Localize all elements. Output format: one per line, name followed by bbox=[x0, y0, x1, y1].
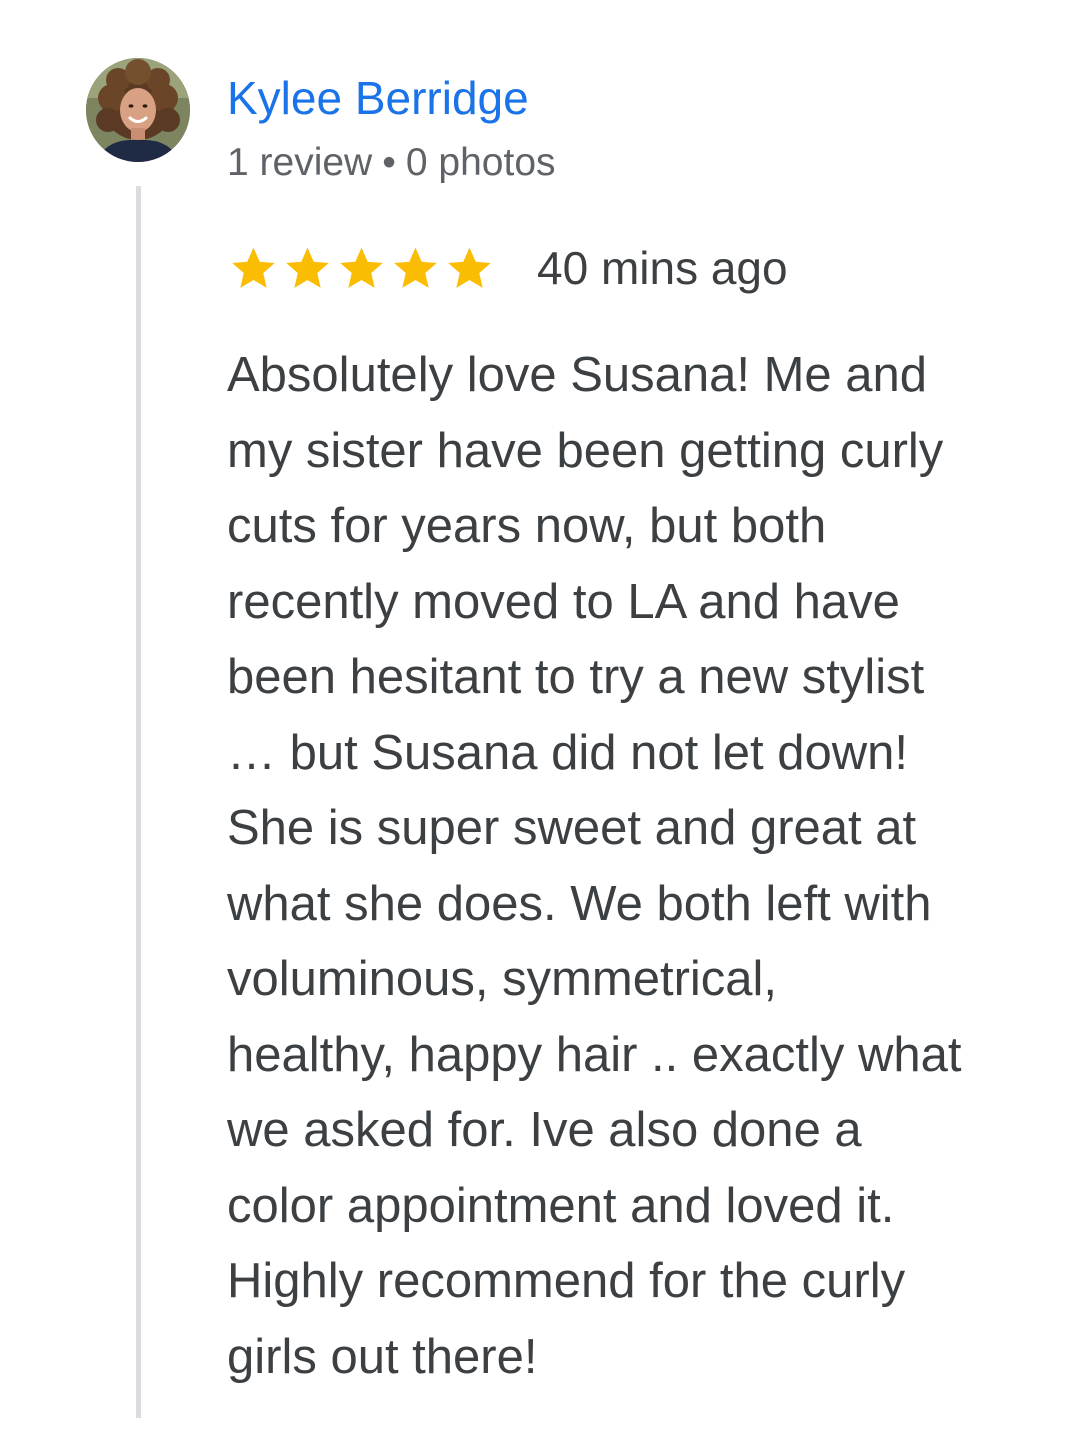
review-text: Absolutely love Susana! Me and my sister … bbox=[227, 338, 1037, 1395]
review-text-line: recently moved to LA and have bbox=[227, 574, 900, 629]
star-icon bbox=[286, 247, 329, 288]
author-name-link[interactable]: Kylee Berridge bbox=[227, 70, 529, 126]
review-card: Kylee Berridge 1 review • 0 photos 40 mins… bbox=[0, 0, 1086, 1440]
meta-separator: • bbox=[382, 141, 396, 184]
star-icon bbox=[232, 247, 275, 288]
review-text-line: we asked for. Ive also done a bbox=[227, 1103, 862, 1157]
rating-row: 40 mins ago bbox=[228, 238, 788, 298]
review-text-line: voluminous, symmetrical, bbox=[227, 952, 778, 1006]
review-text-line: … but Susana did not let down! bbox=[227, 725, 908, 780]
author-meta: 1 review • 0 photos bbox=[227, 138, 556, 188]
star-rating bbox=[228, 243, 495, 294]
review-text-line: Absolutely love Susana! Me and bbox=[227, 348, 928, 402]
review-text-line: cuts for years now, but both bbox=[227, 499, 827, 553]
user-avatar-icon bbox=[86, 58, 190, 162]
review-text-line: color appointment and loved it. bbox=[227, 1178, 895, 1233]
star-icon bbox=[448, 247, 491, 288]
review-text-line: Highly recommend for the curly bbox=[227, 1254, 906, 1308]
star-icon bbox=[340, 247, 383, 288]
review-time: 40 mins ago bbox=[537, 242, 788, 294]
review-text-line: been hesitant to try a new stylist bbox=[227, 650, 925, 704]
review-text-line: girls out there! bbox=[227, 1329, 538, 1384]
review-text-line: my sister have been getting curly bbox=[227, 423, 944, 478]
thread-line bbox=[136, 186, 141, 1418]
star-icon bbox=[394, 247, 437, 288]
review-count: 1 review bbox=[227, 141, 373, 184]
photo-count: 0 photos bbox=[405, 141, 556, 184]
review-text-line: what she does. We both left with bbox=[227, 876, 932, 931]
review-text-line: She is super sweet and great at bbox=[227, 801, 917, 855]
avatar[interactable] bbox=[86, 58, 190, 162]
review-text-line: healthy, happy hair .. exactly what bbox=[227, 1027, 962, 1082]
